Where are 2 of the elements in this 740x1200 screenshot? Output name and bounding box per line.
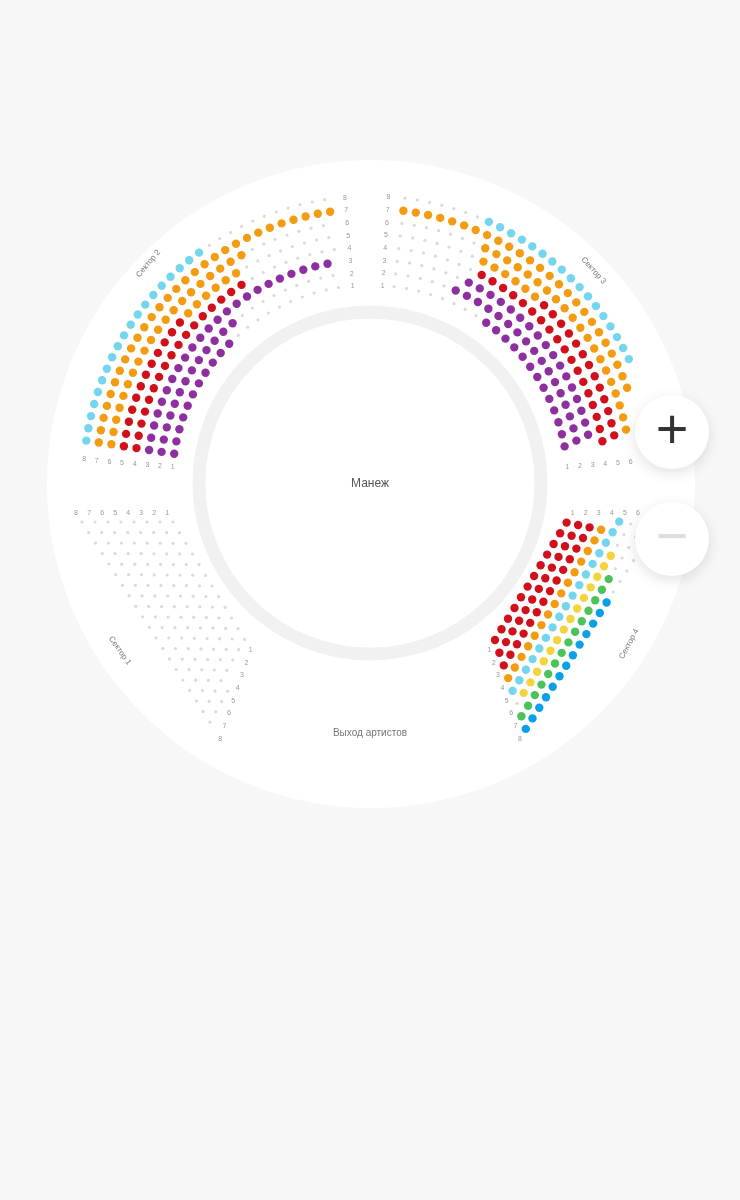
exit-label: Выход артистов <box>332 727 408 738</box>
arena-label: Манеж <box>351 476 389 490</box>
